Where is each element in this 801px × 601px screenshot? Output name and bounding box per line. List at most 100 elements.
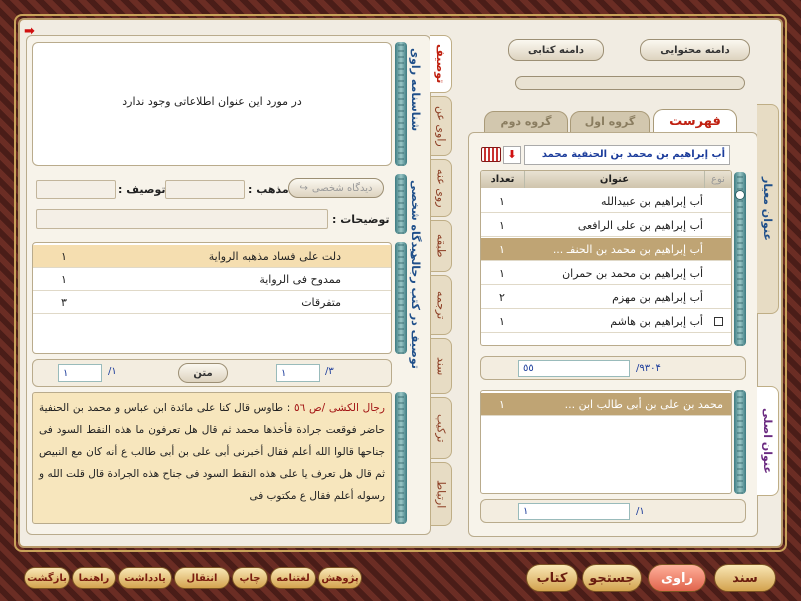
matn-button[interactable]: متن [178, 363, 228, 383]
book-button[interactable]: کتاب [526, 564, 578, 592]
tab-tawsif[interactable]: توصیف [430, 35, 452, 93]
sanad-button[interactable]: سند [714, 564, 776, 592]
research-button[interactable]: پژوهش [318, 567, 362, 589]
search-button[interactable]: جستجو [582, 564, 642, 592]
print-button[interactable]: چاپ [232, 567, 268, 589]
help-button[interactable]: راهنما [72, 567, 116, 589]
list-item[interactable]: ممدوح فی الروایة ۱ [33, 268, 391, 291]
tawsif-field[interactable] [36, 180, 116, 199]
personal-label: دیدگاه شخصی [409, 180, 422, 258]
tab-group-1[interactable]: گروه اول [570, 111, 650, 133]
back-icon: ↪ [299, 182, 308, 194]
tawdihat-field[interactable] [36, 209, 328, 229]
source-ref: رجال الکشی ‌/ص ٥٦ [294, 402, 385, 414]
transfer-button[interactable]: انتقال [174, 567, 230, 589]
content-scope-button[interactable]: دامنه محتوایی [640, 39, 750, 61]
table-row[interactable]: أب إبراهیم بن هاشم ۱ [481, 310, 731, 333]
pager1-total: /۳ [325, 366, 334, 377]
tab-group-2[interactable]: گروه دوم [484, 111, 568, 133]
identity-text: در مورد این عنوان اطلاعاتی وجود ندارد [122, 95, 302, 108]
tab-sanad[interactable]: سند [430, 338, 452, 394]
title-table: تعداد عنوان نوع أب إبراهیم بن عبیدالله ۱… [480, 170, 732, 346]
table-row-selected[interactable]: محمد بن علی بن أبی طالب ابن ... ۱ [481, 393, 731, 416]
tab-main-title[interactable]: عنوان اصلی [757, 386, 779, 496]
desc-count: ۳ [61, 295, 67, 309]
matn-box: رجال الکشی ‌/ص ٥٦ : طاوس قال کنا علی مائ… [32, 392, 392, 524]
book-scope-button[interactable]: دامنه کتابی [508, 39, 604, 61]
table-row[interactable]: أب إبراهیم بن عبیدالله ۱ [481, 190, 731, 213]
personal-view-button[interactable]: دیدگاه شخصی ↪ [288, 178, 384, 198]
tab-standard-title[interactable]: عنوان معیار [757, 104, 779, 314]
main-pager-input[interactable]: ۱ [518, 503, 630, 520]
desc-text: ممدوح فی الروایة [259, 272, 341, 286]
row-title: أب إبراهیم بن مهزم [612, 290, 703, 304]
col-count: تعداد [481, 171, 525, 188]
tab-tarjama[interactable]: ترجمه [430, 275, 452, 335]
list-item[interactable]: متفرقات ۳ [33, 291, 391, 314]
pager1-input[interactable]: ۱ [276, 364, 320, 382]
desc-text: متفرقات [301, 295, 341, 309]
table-row[interactable]: أب إبراهیم بن علی الرافعی ۱ [481, 214, 731, 237]
col-title: عنوان [525, 171, 705, 188]
row-title: أب إبراهیم بن علی الرافعی [577, 218, 703, 232]
col-type: نوع [711, 174, 725, 185]
table-row[interactable]: أب إبراهیم بن مهزم ۲ [481, 286, 731, 309]
rawi-button[interactable]: راوی [648, 564, 706, 592]
matn-body: طاوس قال کنا علی مائدة ابن عباس و محمد ب… [39, 402, 385, 502]
spine-personal [395, 174, 407, 234]
tab-ruwi-anhu[interactable]: روی عنه [430, 159, 452, 217]
desc-list: دلت علی فساد مذهبه الروایة ۱ ممدوح فی ال… [32, 242, 392, 354]
tawsif-label: توصیف : [118, 183, 166, 196]
main-title-list: محمد بن علی بن أبی طالب ابن ... ۱ [480, 390, 732, 494]
desc-text: دلت علی فساد مذهبه الروایة [208, 249, 341, 263]
row-title: أب إبراهیم بن محمد بن حمران [562, 266, 703, 280]
dictionary-button[interactable]: لغتنامه [270, 567, 316, 589]
status-input[interactable]: ٥٥ [518, 360, 630, 377]
tab-irtibat[interactable]: ارتباط [430, 462, 452, 526]
pager2-total: /۱ [108, 366, 117, 377]
madhhab-field[interactable] [165, 180, 245, 199]
spine-main [734, 390, 746, 494]
main-title-text: محمد بن علی بن أبی طالب ابن ... [564, 397, 723, 411]
matn-text: رجال الکشی ‌/ص ٥٦ : طاوس قال کنا علی مائ… [39, 402, 385, 502]
desc-count: ۱ [61, 272, 67, 286]
row-checkbox[interactable] [714, 316, 723, 326]
personal-view-label: دیدگاه شخصی [311, 182, 373, 194]
row-title: أب إبراهیم بن عبیدالله [601, 194, 703, 208]
books-label: توصیف در کتب رجالی [409, 250, 422, 369]
row-count: ۲ [499, 290, 505, 304]
main-pager-total: /۱ [636, 506, 645, 517]
row-count: ۱ [499, 194, 505, 208]
status-total: /۹۳۰۴ [636, 363, 661, 374]
list-item[interactable]: دلت علی فساد مذهبه الروایة ۱ [33, 245, 391, 268]
spine-matn [395, 392, 407, 524]
tab-tabaqa[interactable]: طبقه [430, 220, 452, 272]
madhhab-label: مذهب : [248, 183, 289, 196]
spine-identity [395, 42, 407, 166]
row-title: أب إبراهیم بن محمد بن الحنفـ ... [552, 242, 703, 256]
keyboard-icon[interactable] [481, 147, 501, 162]
scrollbar-handle[interactable] [735, 190, 745, 200]
notes-button[interactable]: یادداشت [118, 567, 172, 589]
arrow-down-icon[interactable]: ⬇ [503, 146, 521, 164]
main-title-count: ۱ [499, 397, 505, 411]
table-row[interactable]: أب إبراهیم بن محمد بن حمران ۱ [481, 262, 731, 285]
row-count: ۱ [499, 314, 505, 328]
search-input[interactable]: أب إبراهیم بن محمد بن الحنفیة محمد [524, 145, 730, 165]
row-count: ۱ [499, 218, 505, 232]
tab-tarkib[interactable]: ترکیب [430, 397, 452, 459]
row-title: أب إبراهیم بن هاشم [610, 314, 703, 328]
row-count: ۱ [499, 266, 505, 280]
return-button[interactable]: بازگشت [24, 567, 70, 589]
tawdihat-label: توضیحات : [332, 213, 390, 226]
desc-count: ۱ [61, 249, 67, 263]
identity-box: در مورد این عنوان اطلاعاتی وجود ندارد [32, 42, 392, 166]
identity-label: شناسنامه راوی [409, 48, 422, 132]
scope-indicator [515, 76, 745, 90]
table-row-selected[interactable]: أب إبراهیم بن محمد بن الحنفـ ... ۱ [481, 238, 731, 261]
row-count: ۱ [499, 242, 505, 256]
tab-rawi-an[interactable]: راوی عن [430, 96, 452, 156]
table-header: تعداد عنوان نوع [481, 171, 731, 188]
spine-books [395, 242, 407, 354]
pager2-input[interactable]: ۱ [58, 364, 102, 382]
